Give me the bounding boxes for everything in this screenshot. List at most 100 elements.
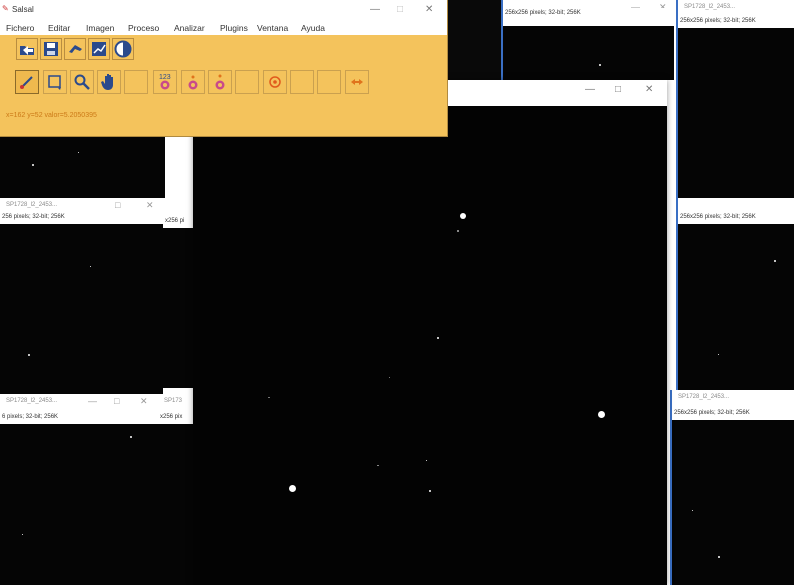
image-info: 6 pixels; 32-bit; 256K [0,412,158,422]
menu-proceso[interactable]: Proceso [128,22,159,35]
image-window-mid-right[interactable]: 256x256 pixels; 32-bit; 256K [676,198,794,390]
app-title: Salsal [12,5,34,14]
star [389,377,390,378]
hand-tool[interactable] [97,70,121,94]
target-tool[interactable] [263,70,287,94]
menu-imagen[interactable]: Imagen [86,22,114,35]
image-info: 256x256 pixels; 32-bit; 256K [672,408,794,418]
window-title: SP1728_l2_2453... [684,4,736,10]
image-canvas[interactable] [0,224,163,394]
empty-tool-slot[interactable] [235,70,259,94]
star [32,164,34,166]
star [457,230,459,232]
pin-double-icon [215,74,225,90]
line-tool[interactable] [15,70,39,94]
menu-ayuda[interactable]: Ayuda [301,22,325,35]
close-button[interactable]: ✕ [146,198,154,212]
image-canvas[interactable] [0,424,158,585]
minimize-button[interactable]: — [88,394,97,408]
star [268,397,270,398]
menu-bar: Fichero Editar Imagen Proceso Analizar P… [0,22,447,35]
image-window-top-left[interactable] [0,130,165,198]
counter-tool[interactable]: 123 [153,70,177,94]
histogram-button[interactable] [88,38,110,60]
star [774,260,776,262]
close-button[interactable]: ✕ [425,4,433,15]
window-title-bar[interactable]: SP1728_l2_2453... □ ✕ [0,198,163,212]
menu-plugins[interactable]: Plugins [220,22,248,35]
star [130,436,132,438]
image-window-bottom-left[interactable]: SP1728_l2_2453... — □ ✕ 6 pixels; 32-bit; 2… [0,394,158,585]
undo-icon [69,45,82,53]
star [718,556,720,558]
status-readout: x=162 y=52 valor=5.2050395 [6,112,97,119]
image-canvas[interactable] [678,224,794,390]
zoom-tool[interactable] [70,70,94,94]
rectangle-icon [48,75,61,90]
maximize-button[interactable]: □ [615,84,621,95]
pin-single-tool[interactable] [181,70,205,94]
pin-double-tool[interactable] [208,70,232,94]
contrast-button[interactable] [112,38,134,60]
window-title-bar[interactable]: SP1728_l2_2453... — □ ✕ [0,394,158,408]
arrows-icon [351,79,363,85]
menu-analizar[interactable]: Analizar [174,22,205,35]
open-button[interactable] [16,38,38,60]
close-button[interactable]: ✕ [645,84,653,95]
window-title-bar[interactable]: SP1728_l2_2453... [678,0,794,14]
close-button[interactable]: ✕ [140,394,148,408]
empty-tool-slot[interactable] [290,70,314,94]
star [718,354,719,355]
maximize-button[interactable]: □ [115,198,120,212]
target-icon [269,76,281,88]
minimize-button[interactable]: — [585,84,595,95]
star [460,213,466,219]
star [598,411,605,418]
menu-fichero[interactable]: Fichero [6,22,34,35]
image-window-top-mid[interactable]: — ✕ 256x256 pixels; 32-bit; 256K [501,0,674,80]
star [437,337,439,339]
maximize-button[interactable]: □ [397,4,403,15]
star [78,152,79,153]
image-canvas[interactable] [672,420,794,585]
undo-button[interactable] [64,38,86,60]
contrast-icon [114,40,132,58]
empty-tool-slot[interactable] [124,70,148,94]
image-canvas[interactable] [678,28,794,198]
image-info: 256x256 pixels; 32-bit; 256K [503,8,674,18]
star [429,490,431,492]
star [692,510,693,511]
app-icon: ✎ [2,4,9,13]
counter-label: 123 [159,74,171,81]
arrows-tool[interactable] [345,70,369,94]
rectangle-tool[interactable] [43,70,67,94]
window-title: SP1728_l2_2453... [6,202,58,208]
main-title-bar[interactable]: ✎ Salsal — □ ✕ [0,0,447,22]
star [289,485,296,492]
minimize-button[interactable]: — [370,4,380,15]
star [426,460,427,461]
image-window-mid-left[interactable]: SP1728_l2_2453... □ ✕ 256 pixels; 32-bit; … [0,198,163,394]
window-title: SP173 [164,398,183,404]
image-canvas[interactable] [193,106,667,585]
pin-single-icon [188,75,198,90]
image-canvas[interactable] [503,26,674,80]
empty-tool-slot[interactable] [317,70,341,94]
image-window-top-right[interactable]: SP1728_l2_2453... 256x256 pixels; 32-bit… [676,0,794,198]
active-image-window[interactable]: — □ ✕ [193,80,667,585]
image-window-bottom-right[interactable]: SP1728_l2_2453... 256x256 pixels; 32-bit… [670,390,794,585]
menu-editar[interactable]: Editar [48,22,70,35]
image-canvas[interactable] [0,130,165,198]
salsa-main-window[interactable]: ✎ Salsal — □ ✕ Fichero Editar Imagen Pro… [0,0,448,137]
save-button[interactable] [40,38,62,60]
image-info: 256x256 pixels; 32-bit; 256K [678,16,794,26]
image-info: 256 pixels; 32-bit; 256K [0,212,163,222]
menu-ventana[interactable]: Ventana [257,22,288,35]
save-icon [44,42,58,56]
star [90,266,91,267]
star [377,465,379,466]
maximize-button[interactable]: □ [114,394,119,408]
window-title-bar[interactable]: SP1728_l2_2453... [672,390,794,404]
star [28,354,30,356]
image-info: 256x256 pixels; 32-bit; 256K [678,212,794,222]
